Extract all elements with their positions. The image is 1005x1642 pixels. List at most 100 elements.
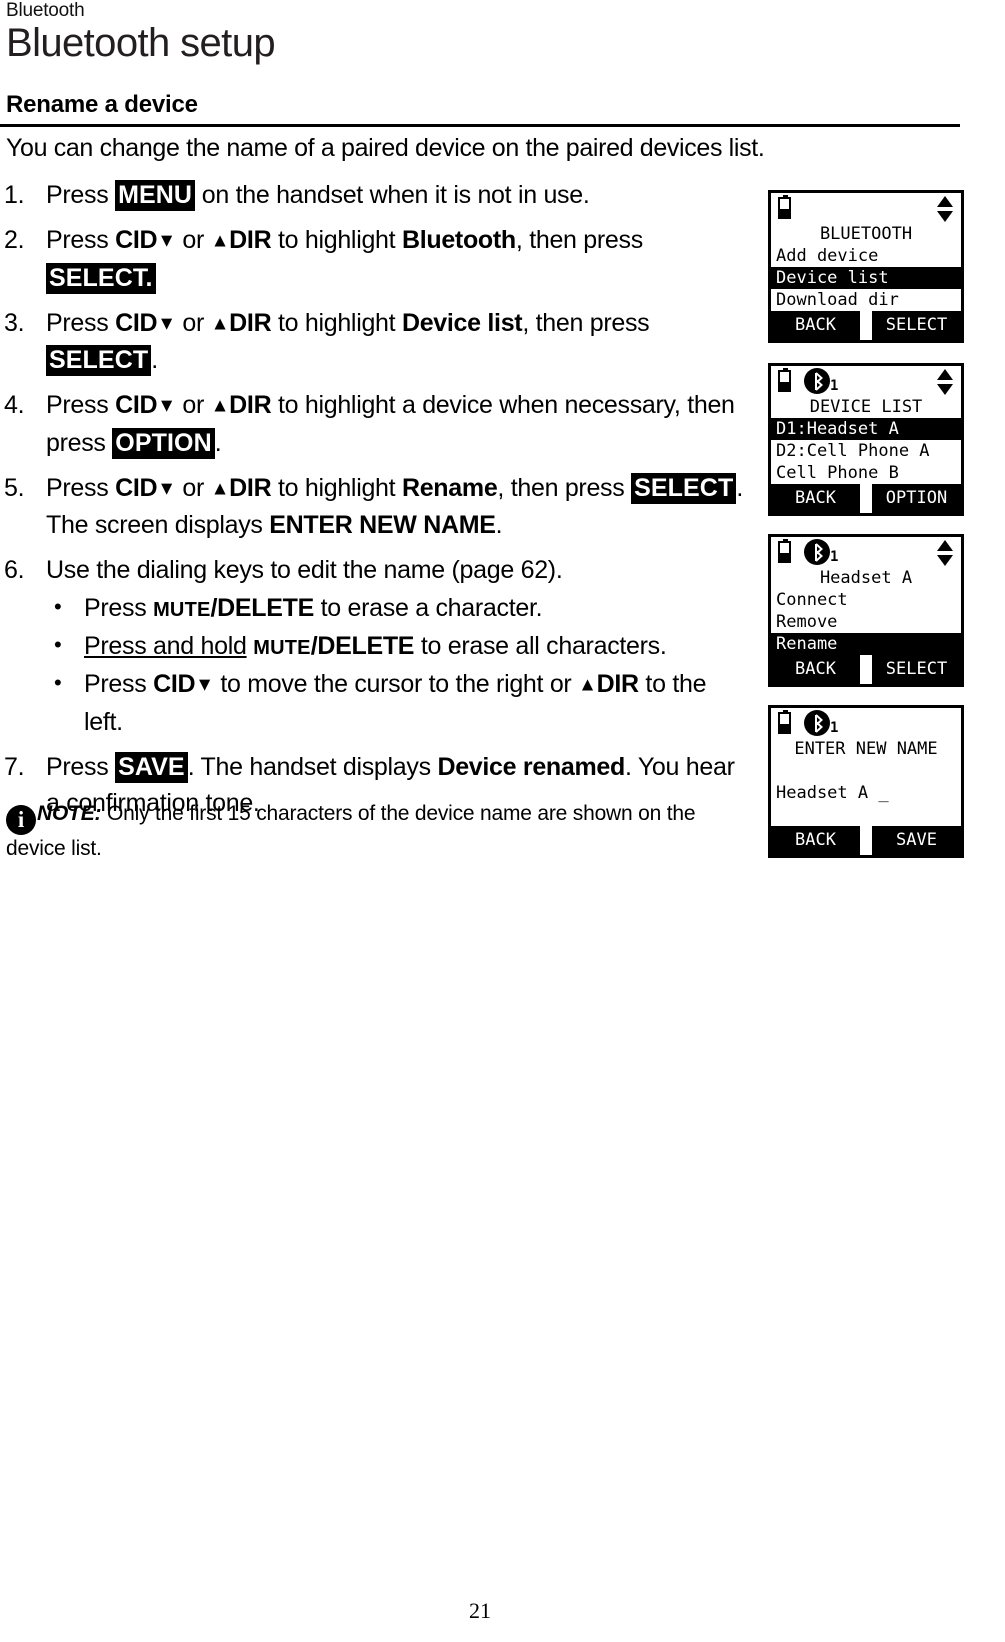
lcd-screen-device-list: 1 DEVICE LIST D1:Headset A D2:Cell Phone… — [768, 363, 964, 516]
conjunction: or — [175, 308, 211, 337]
step-3: 3. Press CID▼ or ▲DIR to highlight Devic… — [4, 305, 749, 379]
arrow-down-icon: ▼ — [157, 478, 176, 499]
bullet-3-mid: to move the cursor to the right or — [213, 670, 579, 698]
lcd-title-line: Headset A — [819, 568, 913, 588]
softkey-right-save[interactable]: SAVE — [872, 826, 961, 855]
lcd-screen-enter-new-name: 1 ENTER NEW NAME Headset A _ BACK SAVE — [768, 705, 964, 858]
heading-rule — [0, 124, 960, 127]
lcd-menu-item[interactable]: Connect — [771, 589, 961, 611]
arrow-up-icon: ▲ — [210, 230, 230, 252]
lcd-menu-item[interactable]: Cell Phone B — [771, 462, 961, 484]
step-text: Press CID▼ or ▲DIR to highlight a device… — [46, 391, 735, 459]
lcd-softkey-bar: BACK SELECT — [771, 311, 961, 340]
step-text: Use the dialing keys to edit the name (p… — [46, 556, 563, 584]
sub-bullet-erase-character: • Press MUTE/DELETE to erase a character… — [46, 590, 749, 628]
cid-key-label: CID — [115, 473, 158, 502]
softkey-gap — [860, 655, 872, 684]
select-key-label: SELECT — [46, 345, 152, 376]
lcd-menu-item[interactable]: Remove — [771, 611, 961, 633]
step-5: 5. Press CID▼ or ▲DIR to highlight Renam… — [4, 470, 749, 544]
step-4-lead: Press — [46, 391, 116, 419]
cid-key-label: CID — [115, 226, 158, 254]
lcd-menu-item[interactable]: Add device — [771, 245, 961, 267]
section-heading: Rename a device — [6, 91, 198, 118]
lcd-status-bar — [771, 193, 961, 223]
step-4-tail: . — [214, 428, 222, 457]
lcd-menu-item-selected[interactable]: D1:Headset A — [771, 418, 961, 440]
lcd-menu-item[interactable]: Download dir — [771, 289, 961, 311]
softkey-left-back[interactable]: BACK — [771, 655, 860, 684]
step-text: Press CID▼ or ▲DIR to highlight Device l… — [46, 308, 650, 376]
softkey-right-select[interactable]: SELECT — [872, 311, 961, 340]
battery-icon — [778, 710, 791, 734]
lcd-status-bar: 1 — [771, 366, 961, 396]
bluetooth-device-count: 1 — [830, 378, 839, 394]
mute-key-label: MUTE — [153, 599, 211, 621]
dir-key-label: DIR — [229, 391, 272, 419]
arrow-up-icon: ▲ — [210, 313, 230, 334]
scroll-arrows-icon — [937, 540, 953, 566]
bullet-1-lead: Press — [84, 594, 154, 622]
bullet-1-tail: to erase a character. — [314, 594, 543, 622]
step-6-sublist: • Press MUTE/DELETE to erase a character… — [46, 590, 749, 740]
sub-bullet-erase-all: • Press and hold MUTE/DELETE to erase al… — [46, 628, 749, 666]
step-text: Press MENU on the handset when it is not… — [46, 180, 590, 211]
bullet-2-tail: to erase all characters. — [414, 632, 667, 660]
lcd-menu-item-selected[interactable]: Rename — [771, 633, 961, 655]
softkey-gap — [860, 826, 872, 855]
step-5-lead: Press — [46, 473, 116, 502]
step-4: 4. Press CID▼ or ▲DIR to highlight a dev… — [4, 387, 749, 461]
softkey-left-back[interactable]: BACK — [771, 826, 860, 855]
running-head: Bluetooth — [6, 0, 85, 21]
step-2-mid2: , then press — [515, 226, 643, 254]
lcd-screen-device-options: 1 Headset A Connect Remove Rename BACK S… — [768, 534, 964, 687]
step-3-lead: Press — [46, 308, 116, 337]
step-number: 1. — [4, 181, 25, 209]
step-1: 1. Press MENU on the handset when it is … — [4, 177, 749, 213]
arrow-up-icon: ▲ — [578, 674, 597, 696]
confirmation-device-renamed: Device renamed — [437, 752, 626, 781]
softkey-right-select[interactable]: SELECT — [872, 655, 961, 684]
softkey-left-back[interactable]: BACK — [771, 484, 860, 513]
lcd-menu-item-selected[interactable]: Device list — [771, 267, 961, 289]
step-number: 2. — [4, 226, 25, 254]
step-7-lead: Press — [46, 752, 116, 781]
softkey-left-back[interactable]: BACK — [771, 311, 860, 340]
lcd-body: 1 DEVICE LIST D1:Headset A D2:Cell Phone… — [771, 366, 961, 484]
battery-icon — [778, 368, 791, 392]
delete-key-label: /DELETE — [210, 594, 315, 622]
section-intro: You can change the name of a paired devi… — [6, 134, 765, 162]
note-label: NOTE: — [37, 802, 102, 825]
arrow-down-icon: ▼ — [157, 230, 176, 252]
step-number: 3. — [4, 308, 25, 337]
info-icon: i — [6, 805, 36, 835]
lcd-title-line: BLUETOOTH — [819, 224, 913, 244]
menu-item-bluetooth: Bluetooth — [401, 226, 516, 254]
bluetooth-icon — [804, 368, 830, 394]
step-5-mid2: , then press — [497, 473, 632, 502]
option-key-label: OPTION — [112, 427, 215, 459]
arrow-down-icon: ▼ — [157, 313, 176, 334]
step-text: Press CID▼ or ▲DIR to highlight Bluetoot… — [46, 226, 643, 294]
screen-prompt-enter-new-name: ENTER NEW NAME — [269, 511, 496, 539]
softkey-right-option[interactable]: OPTION — [872, 484, 961, 513]
dir-key-label: DIR — [229, 473, 272, 502]
step-6: 6. Use the dialing keys to edit the name… — [4, 552, 749, 740]
lcd-name-input-value[interactable]: Headset A _ — [771, 782, 961, 804]
press-and-hold-emphasis: Press and hold — [84, 632, 247, 660]
bluetooth-device-count: 1 — [830, 549, 839, 565]
softkey-gap — [860, 484, 872, 513]
lcd-status-bar: 1 — [771, 708, 961, 738]
step-7-mid: . The handset displays — [187, 752, 438, 781]
bluetooth-icon — [804, 539, 830, 565]
arrow-down-icon: ▼ — [195, 674, 214, 696]
battery-icon — [778, 539, 791, 563]
bluetooth-icon — [804, 710, 830, 736]
scroll-arrows-icon — [937, 196, 953, 222]
lcd-menu-item[interactable]: D2:Cell Phone A — [771, 440, 961, 462]
menu-item-rename: Rename — [401, 473, 498, 502]
select-key-label: SELECT. — [46, 262, 156, 294]
menu-key-label: MENU — [115, 180, 196, 211]
lcd-title-line: DEVICE LIST — [809, 397, 923, 417]
bullet-icon: • — [54, 670, 62, 695]
